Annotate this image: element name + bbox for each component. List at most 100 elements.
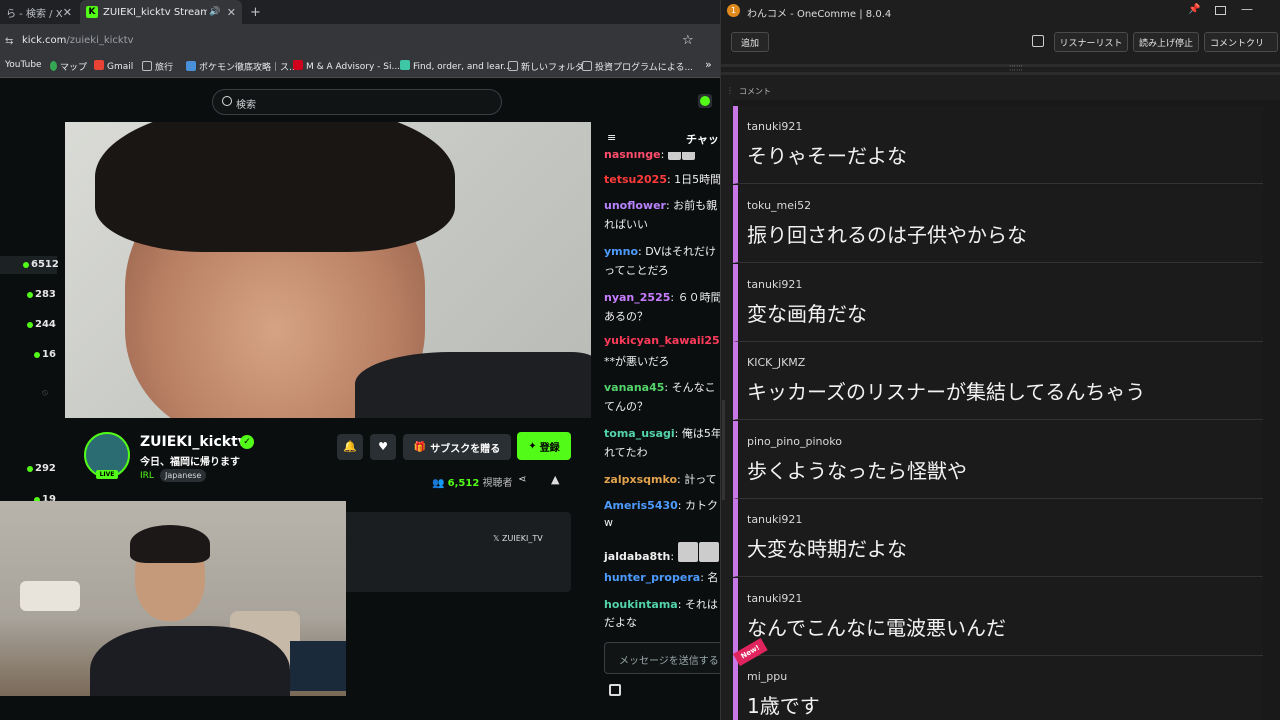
more-bookmarks-button[interactable]: » bbox=[705, 58, 712, 71]
search-icon bbox=[222, 96, 232, 106]
chat-title: チャッ bbox=[686, 133, 719, 146]
favorite-heart-button[interactable]: ♥ bbox=[370, 434, 396, 460]
kick-favicon-icon: K bbox=[86, 6, 98, 18]
x-logo-icon: 𝕏 bbox=[493, 534, 502, 543]
comment-message: 歩くようなったら怪獣や bbox=[747, 459, 967, 483]
picture-in-picture-icon[interactable] bbox=[1215, 6, 1226, 15]
login-icon[interactable] bbox=[1032, 35, 1044, 47]
background-sofa bbox=[20, 581, 80, 611]
streamer-jacket bbox=[355, 352, 591, 418]
webcam-overlay bbox=[0, 501, 346, 696]
chat-message: ymno: DVはそれだけ bbox=[604, 245, 717, 258]
bookmark-new-folder[interactable]: 新しいフォルダ bbox=[508, 60, 584, 73]
chat-username: vanana45 bbox=[604, 381, 665, 394]
comment-item[interactable]: tanuki921 なんでこんなに電波悪いんだ bbox=[733, 578, 1263, 656]
close-icon[interactable]: ✕ bbox=[63, 6, 72, 19]
scrollbar[interactable] bbox=[721, 100, 729, 720]
comment-clear-button[interactable]: コメントクリ bbox=[1204, 32, 1278, 52]
store-icon[interactable] bbox=[609, 684, 621, 696]
chat-menu-icon[interactable]: ≡ bbox=[607, 131, 616, 144]
tab-kick-stream[interactable]: K ZUIEKI_kicktv Stream - Wat 🔊 ✕ bbox=[80, 0, 242, 24]
url-field[interactable]: kick.com/zuieki_kicktv bbox=[22, 35, 134, 46]
bookmark-maps[interactable]: マップ bbox=[50, 60, 87, 73]
bookmark-ma-advisory[interactable]: M & A Advisory - Si... bbox=[293, 60, 400, 72]
report-icon[interactable]: ▲ bbox=[551, 473, 559, 486]
streamer-hair bbox=[95, 122, 455, 252]
comment-username: mi_ppu bbox=[747, 670, 788, 683]
comment-message: 大変な時期だよな bbox=[747, 537, 907, 561]
comment-message: キッカーズのリスナーが集結してるんちゃう bbox=[747, 380, 1146, 404]
url-host: kick.com bbox=[22, 35, 67, 46]
channel-name[interactable]: ZUIEKI_kicktv bbox=[140, 434, 247, 450]
chat-message-cont: ってことだろ bbox=[604, 264, 669, 277]
verified-icon: ✓ bbox=[240, 435, 254, 449]
gift-icon: 🎁 bbox=[413, 441, 427, 453]
chat-username: tetsu2025 bbox=[604, 173, 667, 186]
sparkle-icon: ✦ bbox=[528, 440, 537, 452]
emote-icon bbox=[698, 542, 719, 562]
app-title: わんコメ - OneComme | 8.0.4 bbox=[747, 9, 892, 20]
sidebar-viewer-count: 292 bbox=[35, 463, 56, 474]
resize-handle-icon[interactable]: ⋯⋯ ⋯⋯ bbox=[1005, 63, 1027, 78]
pin-icon[interactable]: 📌 bbox=[1188, 4, 1200, 15]
sidebar-viewer-count: 283 bbox=[35, 289, 56, 300]
notification-bell-button[interactable]: 🔔 bbox=[337, 434, 363, 460]
bookmark-investment[interactable]: 投資プログラムによる... bbox=[582, 60, 693, 73]
language-tag[interactable]: Japanese bbox=[160, 469, 207, 482]
video-player[interactable] bbox=[65, 122, 591, 418]
stop-reading-button[interactable]: 読み上げ停止 bbox=[1133, 32, 1199, 52]
bookmark-pokemon[interactable]: ポケモン徹底攻略｜ス... bbox=[186, 60, 298, 73]
chat-message-cont: てんの？ bbox=[604, 400, 648, 413]
bookmark-youtube[interactable]: YouTube bbox=[5, 60, 42, 70]
ma-site-icon bbox=[293, 60, 303, 70]
new-tab-button[interactable]: + bbox=[244, 0, 264, 24]
chat-message-cont: れてたわ bbox=[604, 446, 648, 459]
share-icon[interactable]: ⋖ bbox=[518, 474, 526, 485]
live-dot-icon bbox=[27, 322, 33, 328]
column-grip-icon[interactable]: ⋮ bbox=[726, 86, 734, 95]
minimize-button[interactable]: — bbox=[1241, 2, 1253, 16]
chat-message-cont: だよな bbox=[604, 616, 637, 629]
tab-x-search[interactable]: ら - 検索 / X ✕ bbox=[0, 0, 78, 24]
x-social-link[interactable]: 𝕏 ZUIEKI_TV bbox=[493, 534, 543, 543]
audio-icon[interactable]: 🔊 bbox=[209, 7, 220, 17]
comment-message: なんでこんなに電波悪いんだ bbox=[747, 616, 1006, 640]
chat-message-cont: ればいい bbox=[604, 218, 648, 231]
category-link[interactable]: IRL bbox=[140, 471, 154, 481]
add-button[interactable]: 追加 bbox=[731, 32, 769, 52]
tab-strip: ら - 検索 / X ✕ K ZUIEKI_kicktv Stream - Wa… bbox=[0, 0, 720, 24]
comment-item[interactable]: pino_pino_pinoko 歩くようなったら怪獣や bbox=[733, 421, 1263, 499]
bookmark-gmail[interactable]: Gmail bbox=[94, 60, 133, 72]
comment-item[interactable]: tanuki921 変な画角だな bbox=[733, 264, 1263, 342]
gift-subscription-button[interactable]: 🎁 サブスクを贈る bbox=[403, 434, 511, 460]
extension-icon[interactable] bbox=[698, 94, 712, 108]
live-dot-icon bbox=[23, 262, 29, 268]
bookmark-find-order[interactable]: Find, order, and lear... bbox=[400, 60, 512, 72]
emote-icon bbox=[677, 542, 698, 562]
folder-icon bbox=[582, 61, 592, 71]
bookmark-star-icon[interactable]: ☆ bbox=[682, 33, 694, 48]
live-dot-icon bbox=[27, 466, 33, 472]
close-icon[interactable]: ✕ bbox=[227, 6, 236, 19]
tab-label: ZUIEKI_kicktv Stream - Wat bbox=[103, 6, 207, 18]
site-info-icon[interactable]: ⇆ bbox=[5, 36, 13, 47]
monitor-screen bbox=[290, 641, 346, 691]
listener-list-button[interactable]: リスナーリスト bbox=[1054, 32, 1128, 52]
chat-message: hunter_propera: 名 bbox=[604, 571, 719, 584]
chat-message-cont: あるの？ bbox=[604, 310, 648, 323]
chat-message: vanana45: そんなこ bbox=[604, 381, 716, 394]
comment-item[interactable]: toku_mei52 振り回されるのは子供やからな bbox=[733, 185, 1263, 263]
comment-item[interactable]: KICK_JKMZ キッカーズのリスナーが集結してるんちゃう bbox=[733, 342, 1263, 420]
comment-message: 変な画角だな bbox=[747, 302, 867, 326]
chat-username: yukicyan_kawaii25 bbox=[604, 334, 720, 347]
comment-item[interactable]: tanuki921 そりゃそーだよな bbox=[733, 106, 1263, 184]
bookmark-travel[interactable]: 旅行 bbox=[142, 60, 173, 73]
chat-username: houkintama bbox=[604, 598, 678, 611]
follow-button[interactable]: ✦ 登録 bbox=[517, 432, 571, 460]
comment-item[interactable]: tanuki921 大変な時期だよな bbox=[733, 499, 1263, 577]
chat-message-cont: **が悪いだろ bbox=[604, 355, 670, 368]
comment-message: 振り回されるのは子供やからな bbox=[747, 223, 1027, 247]
comment-username: tanuki921 bbox=[747, 592, 803, 605]
live-badge: LIVE bbox=[96, 470, 118, 479]
comment-item[interactable]: mi_ppu 1歳です bbox=[733, 656, 1263, 720]
